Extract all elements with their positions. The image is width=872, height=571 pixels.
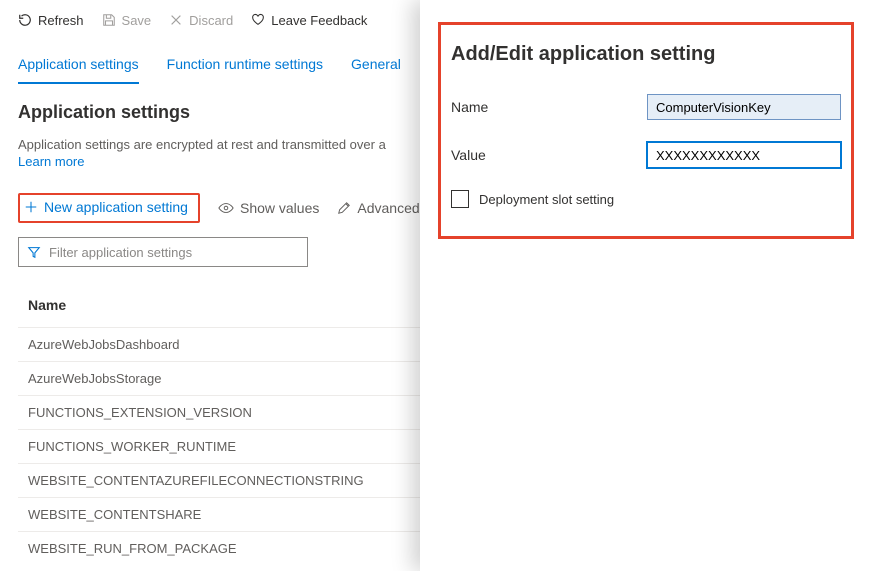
tab-application-settings[interactable]: Application settings [18,56,139,84]
refresh-label: Refresh [38,13,84,28]
save-icon [102,13,116,27]
pencil-icon [337,201,351,215]
refresh-button[interactable]: Refresh [18,13,84,28]
slot-label: Deployment slot setting [479,192,614,207]
eye-icon [218,201,234,215]
slot-checkbox[interactable] [451,190,469,208]
discard-button[interactable]: Discard [169,13,233,28]
filter-box[interactable] [18,237,308,267]
show-values-button[interactable]: Show values [218,200,319,216]
name-row: Name [451,94,841,120]
highlight-new-setting: New application setting [18,193,200,223]
new-app-setting-button[interactable]: New application setting [24,199,188,215]
filter-icon [27,245,41,259]
filter-input[interactable] [49,245,299,260]
new-app-setting-label: New application setting [44,199,188,215]
feedback-label: Leave Feedback [271,13,367,28]
feedback-button[interactable]: Leave Feedback [251,13,367,28]
value-input[interactable] [647,142,841,168]
save-label: Save [122,13,152,28]
highlight-panel: Add/Edit application setting Name Value … [438,22,854,239]
tab-general[interactable]: General [351,56,401,84]
panel-title: Add/Edit application setting [451,43,841,66]
learn-more-link[interactable]: Learn more [18,154,84,169]
advanced-label: Advanced [357,200,419,216]
discard-icon [169,13,183,27]
slot-row: Deployment slot setting [451,190,841,208]
add-edit-panel: Add/Edit application setting Name Value … [420,0,872,571]
heart-icon [251,13,265,27]
discard-label: Discard [189,13,233,28]
plus-icon [24,200,38,214]
advanced-button[interactable]: Advanced [337,200,419,216]
value-label: Value [451,147,647,163]
save-button[interactable]: Save [102,13,152,28]
refresh-icon [18,13,32,27]
show-values-label: Show values [240,200,319,216]
name-label: Name [451,99,647,115]
value-row: Value [451,142,841,168]
name-input[interactable] [647,94,841,120]
tab-runtime-settings[interactable]: Function runtime settings [167,56,323,84]
